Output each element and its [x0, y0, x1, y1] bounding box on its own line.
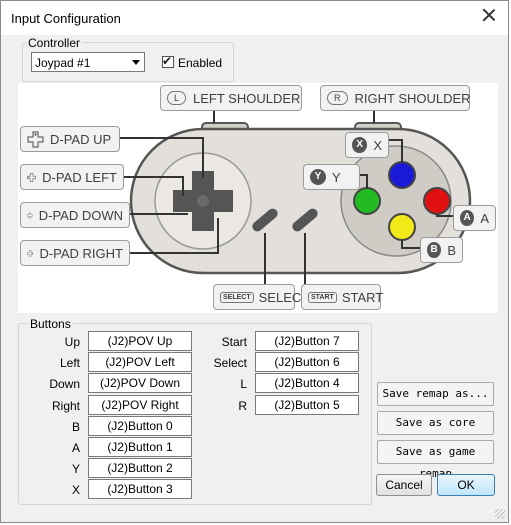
- a-button-shape: [423, 187, 451, 215]
- a-label[interactable]: A A: [453, 205, 496, 231]
- dpad-up-label[interactable]: D-PAD UP: [20, 126, 120, 152]
- title-bar: Input Configuration: [1, 1, 508, 35]
- a-label: A: [71, 441, 80, 455]
- left-shoulder-text: LEFT SHOULDER: [193, 90, 301, 106]
- save-core-remap-button[interactable]: Save as core remap: [377, 411, 494, 451]
- left-binding-field[interactable]: (J2)POV Left: [88, 352, 192, 372]
- x-text: X: [373, 137, 382, 153]
- left-shoulder-label[interactable]: L LEFT SHOULDER: [160, 85, 302, 111]
- enabled-label: Enabled: [178, 56, 223, 70]
- save-game-remap-button[interactable]: Save as game remap: [377, 440, 494, 480]
- start-binding-field[interactable]: (J2)Button 7: [255, 331, 359, 351]
- r-label: R: [238, 399, 247, 413]
- controller-group-label: Controller: [26, 36, 83, 50]
- up-binding-field[interactable]: (J2)POV Up: [88, 331, 192, 351]
- start-label: Start: [221, 335, 247, 349]
- b-text: B: [447, 242, 456, 258]
- a-button-icon: A: [460, 210, 475, 226]
- dpad-up-text: D-PAD UP: [50, 131, 112, 147]
- dpad-icon: [27, 172, 36, 182]
- dpad-icon: [27, 130, 44, 148]
- a-binding-field[interactable]: (J2)Button 1: [88, 437, 192, 457]
- enabled-checkbox[interactable]: ✔: [162, 54, 174, 68]
- right-binding-field[interactable]: (J2)POV Right: [88, 395, 192, 415]
- r-button-icon: R: [327, 91, 348, 105]
- y-label: Y: [71, 462, 80, 476]
- y-binding-field[interactable]: (J2)Button 2: [88, 458, 192, 478]
- select-button-icon: SELECT: [220, 291, 254, 303]
- start-label[interactable]: START START: [301, 284, 384, 310]
- l-label: L: [240, 377, 247, 391]
- save-remap-as-button[interactable]: Save remap as...: [377, 382, 494, 406]
- x-label: X: [71, 483, 80, 497]
- down-label: Down: [49, 377, 80, 391]
- ok-button[interactable]: OK: [437, 474, 495, 496]
- right-label: Right: [51, 399, 80, 413]
- select-label[interactable]: SELECT SELECT: [213, 284, 309, 310]
- x-button-icon: X: [352, 137, 368, 153]
- b-button-shape: [388, 213, 416, 241]
- controller-select[interactable]: Joypad #1: [31, 52, 145, 72]
- dpad-icon: [27, 212, 33, 218]
- dpad-icon: [27, 249, 34, 257]
- dpad-left-label[interactable]: D-PAD LEFT: [20, 164, 124, 190]
- l-button-icon: L: [167, 91, 187, 105]
- y-text: Y: [332, 169, 341, 185]
- b-binding-field[interactable]: (J2)Button 0: [88, 416, 192, 436]
- y-label[interactable]: Y Y: [303, 164, 360, 190]
- up-label: Up: [64, 335, 80, 349]
- a-text: A: [480, 210, 489, 226]
- x-binding-field[interactable]: (J2)Button 3: [88, 479, 192, 499]
- left-label: Left: [59, 356, 80, 370]
- y-button-shape: [353, 187, 381, 215]
- b-label[interactable]: B B: [420, 237, 463, 263]
- select-label: Select: [213, 356, 247, 370]
- input-configuration-window: Input Configuration Controller Joypad #1…: [0, 0, 509, 523]
- start-text: START: [341, 289, 384, 305]
- close-icon[interactable]: [476, 5, 502, 25]
- l-binding-field[interactable]: (J2)Button 4: [255, 373, 359, 393]
- dpad-left-text: D-PAD LEFT: [42, 169, 117, 185]
- resize-grip[interactable]: [495, 509, 505, 519]
- r-binding-field[interactable]: (J2)Button 5: [255, 395, 359, 415]
- controller-diagram: L LEFT SHOULDER R RIGHT SHOULDER D-PAD U…: [18, 83, 498, 313]
- dpad-down-text: D-PAD DOWN: [38, 207, 123, 223]
- right-shoulder-text: RIGHT SHOULDER: [354, 90, 471, 106]
- x-button-shape: [388, 161, 416, 189]
- dpad-right-label[interactable]: D-PAD RIGHT: [20, 240, 130, 266]
- controller-select-value: Joypad #1: [35, 56, 91, 70]
- cancel-button[interactable]: Cancel: [376, 474, 432, 496]
- chevron-down-icon: [132, 60, 140, 65]
- select-binding-field[interactable]: (J2)Button 6: [255, 352, 359, 372]
- start-button-icon: START: [308, 291, 337, 303]
- down-binding-field[interactable]: (J2)POV Down: [88, 373, 192, 393]
- dpad-down-label[interactable]: D-PAD DOWN: [20, 202, 130, 228]
- gamepad-illustration: [118, 111, 472, 285]
- dpad-right-text: D-PAD RIGHT: [39, 245, 123, 261]
- x-label[interactable]: X X: [345, 132, 389, 158]
- right-shoulder-label[interactable]: R RIGHT SHOULDER: [320, 85, 471, 111]
- checkmark-icon: ✔: [162, 54, 173, 68]
- buttons-group-label: Buttons: [28, 317, 73, 331]
- b-label: B: [71, 420, 80, 434]
- b-button-icon: B: [427, 242, 442, 258]
- window-title: Input Configuration: [11, 11, 121, 26]
- y-button-icon: Y: [310, 169, 326, 185]
